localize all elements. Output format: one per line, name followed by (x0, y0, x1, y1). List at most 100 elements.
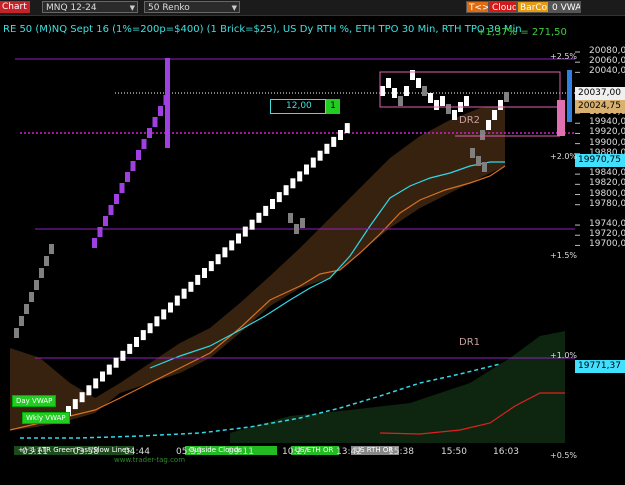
dr1-label: DR1 (459, 337, 481, 348)
price-tick-label: 19820,00 (589, 178, 625, 189)
renko-brick (215, 254, 221, 265)
renko-brick (470, 148, 475, 158)
renko-brick (125, 172, 130, 182)
time-label: 05:59 (176, 447, 202, 457)
price-axis-ticks (575, 51, 580, 246)
renko-brick (147, 323, 153, 334)
renko-brick (263, 205, 269, 216)
renko-brick (158, 106, 163, 116)
renko-brick (103, 216, 108, 226)
renko-brick (44, 256, 49, 266)
renko-brick (114, 194, 119, 204)
renko-brick (19, 316, 24, 326)
dr2-label: DR2 (459, 115, 481, 126)
renko-brick (380, 86, 385, 96)
vwap-button[interactable]: 0 VWAP (549, 1, 581, 13)
purple-brick-column (165, 58, 170, 148)
renko-brick (236, 233, 241, 244)
watermark: www.trader-tag.com (114, 456, 186, 464)
renko-brick (152, 117, 158, 127)
percent-label: +2.5% (550, 52, 578, 61)
renko-brick (49, 244, 54, 254)
renko-brick (119, 183, 125, 193)
renko-brick (331, 136, 337, 147)
renko-brick (93, 378, 99, 389)
price-tick-label: 19720,00 (589, 229, 625, 240)
renko-brick (72, 399, 78, 410)
renko-brick (249, 219, 255, 230)
current-price-tag: 20037,00 (575, 87, 625, 100)
time-label: 10:27 (282, 447, 308, 457)
instrument-selector[interactable]: MNQ 12-24 ▼ (42, 1, 138, 13)
time-label: 03:11 (22, 447, 48, 457)
renko-brick (270, 199, 275, 209)
renko-brick (136, 150, 141, 160)
renko-brick (39, 268, 44, 278)
renko-brick (161, 309, 167, 320)
renko-brick (452, 110, 457, 120)
cyan-price-tag: 19970,75 (575, 154, 625, 167)
renko-brick (127, 343, 133, 354)
price-tick-label: 19940,00 (589, 117, 625, 128)
price-tick-label: 20080,00 (589, 46, 625, 56)
box-value: 12,00 (270, 99, 326, 114)
renko-brick (324, 143, 330, 154)
renko-brick (140, 330, 146, 341)
renko-brick (486, 120, 491, 130)
renko-brick (24, 304, 29, 314)
brown-cloud (10, 106, 505, 430)
chart-title: RE 50 (M)NQ Sept 16 (1%=200p=$400) (1 Br… (3, 24, 522, 35)
renko-brick (86, 385, 92, 396)
renko-brick (386, 78, 391, 88)
bar-type-value: 50 Renko (148, 3, 190, 13)
renko-brick (498, 100, 503, 110)
renko-brick (113, 357, 119, 368)
renko-brick (29, 292, 34, 302)
renko-brick (242, 226, 248, 237)
price-tick-label: 20060,00 (589, 56, 625, 67)
percent-label: +2.0% (550, 152, 578, 161)
cloud-button[interactable]: Cloud (489, 1, 517, 13)
tan-price-tag: 20024,75 (575, 100, 625, 113)
renko-brick (504, 92, 509, 102)
toolbar: Chart MNQ 12-24 ▼ 50 Renko ▼ T<>K Cloud … (0, 0, 625, 16)
chart-menu-button[interactable]: Chart (0, 1, 30, 13)
renko-brick (106, 364, 112, 375)
renko-brick (300, 218, 305, 228)
renko-brick (416, 78, 421, 88)
barcol-button[interactable]: BarCol (517, 1, 549, 13)
renko-brick (476, 156, 481, 166)
renko-brick (317, 150, 323, 161)
renko-brick (229, 240, 235, 251)
chevron-down-icon: ▼ (231, 4, 237, 12)
renko-brick (440, 96, 445, 106)
renko-brick (92, 238, 97, 248)
renko-brick (79, 392, 85, 403)
renko-brick (134, 337, 139, 347)
price-tick-label: 19700,00 (589, 239, 625, 250)
renko-brick (446, 104, 451, 114)
renko-brick (276, 192, 282, 203)
renko-brick (434, 100, 439, 110)
blue-side-bar (567, 70, 572, 122)
renko-brick (174, 295, 180, 306)
renko-brick (422, 86, 427, 96)
time-label: 04:44 (124, 447, 150, 457)
time-label: 16:03 (493, 447, 519, 457)
renko-brick (480, 130, 485, 140)
green-cloud (230, 331, 565, 443)
ichimoku-clouds (10, 106, 565, 443)
renko-brick (168, 302, 173, 313)
tk-button[interactable]: T<>K (466, 1, 489, 13)
renko-brick (428, 93, 433, 103)
time-label: 09:11 (228, 447, 254, 457)
price-tick-label: 19740,00 (589, 219, 625, 230)
renko-brick (290, 178, 296, 189)
bar-type-selector[interactable]: 50 Renko ▼ (144, 1, 240, 13)
renko-brick (202, 268, 207, 278)
percent-label: +1.5% (550, 251, 578, 260)
pink-side-bar (557, 100, 565, 136)
renko-bricks (14, 58, 509, 416)
renko-brick (297, 171, 303, 182)
renko-brick (208, 261, 214, 272)
